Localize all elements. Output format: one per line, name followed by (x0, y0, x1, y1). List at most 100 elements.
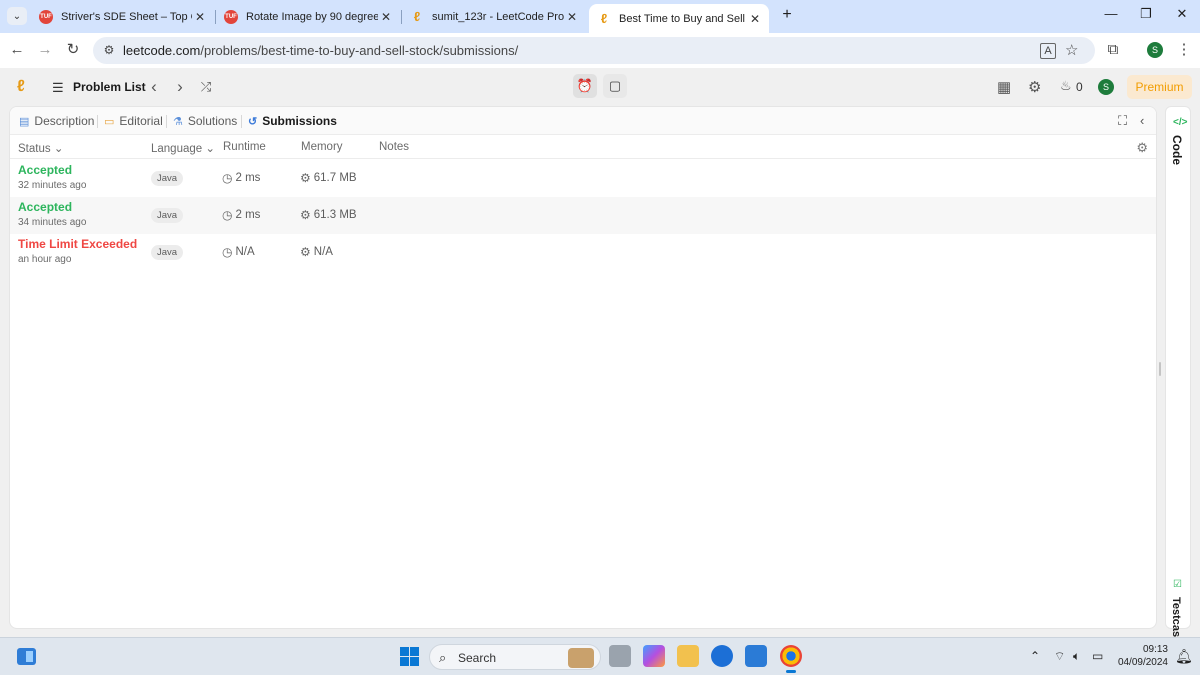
arrow-right-icon: → (37, 41, 53, 58)
new-tab-button[interactable]: + (778, 6, 796, 26)
next-problem-button[interactable]: › (172, 77, 188, 97)
bookmark-star-icon[interactable]: ☆ (1065, 41, 1078, 59)
puzzle-icon: ⧉ (1107, 41, 1119, 58)
premium-button[interactable]: Premium (1127, 75, 1192, 99)
streak-icon[interactable]: ♨ (1060, 78, 1072, 94)
panel-tab-bar: ▤ Description ▭ Editorial ⚗ Solutions ↺ … (10, 107, 1156, 135)
restore-button[interactable]: ❐ (1136, 6, 1156, 22)
language-column-filter[interactable]: Language ⌄ (151, 141, 215, 155)
streak-count: 0 (1076, 80, 1083, 94)
site-info-icon[interactable]: ⚙ (102, 43, 116, 57)
table-row[interactable]: Accepted 34 minutes ago Java ◷ 2 ms ⚙ 61.3… (10, 197, 1156, 234)
battery-icon[interactable]: ▭ (1092, 649, 1103, 663)
language-badge: Java (151, 171, 184, 186)
expand-icon: ⛶ (1118, 113, 1128, 128)
chrome-icon[interactable] (780, 645, 802, 673)
wifi-icon[interactable]: ⌔ (1054, 649, 1065, 664)
reload-button[interactable]: ↻ (64, 41, 82, 59)
alarm-clock-icon: ⏰ (576, 78, 594, 93)
close-icon[interactable]: ✕ (747, 12, 763, 26)
browser-profile-avatar[interactable]: S (1147, 42, 1163, 58)
tray-overflow-icon[interactable]: ⌃ (1030, 649, 1040, 663)
browser-tab-sde-sheet[interactable]: TUF Striver's SDE Sheet – Top Coding ✕ (31, 4, 214, 29)
leetcode-nav: ℓ ☰ Problem List ‹ › ⤮ ⏰ ▢ ▦ ⚙ ♨ 0 S Pre… (0, 68, 1200, 106)
browser-tab-best-time-stock[interactable]: ℓ Best Time to Buy and Sell Stock ✕ (589, 4, 769, 33)
tab-divider (97, 115, 98, 128)
clock-icon: ◷ (222, 245, 233, 259)
close-icon[interactable]: ✕ (192, 10, 208, 24)
testcase-panel-toggle[interactable]: Testcas (1170, 597, 1182, 637)
random-problem-button[interactable]: ⤮ (198, 79, 214, 95)
chevron-down-icon: ⌄ (12, 10, 22, 22)
close-icon: ✕ (1176, 6, 1188, 21)
memory-value: ⚙ 61.3 MB (300, 208, 357, 222)
code-panel-toggle[interactable]: Code (1170, 135, 1184, 165)
problem-list-link[interactable]: Problem List (73, 80, 146, 94)
submission-status[interactable]: Time Limit Exceeded (18, 237, 137, 251)
taskbar-clock[interactable]: 09:13 04/09/2024 (1112, 643, 1168, 669)
submission-status[interactable]: Accepted (18, 200, 72, 214)
notification-bell-icon[interactable]: 🔔︎ (1175, 648, 1193, 665)
url-text: leetcode.com/problems/best-time-to-buy-a… (123, 43, 519, 58)
collapse-panel-button[interactable]: ‹ (1140, 113, 1144, 128)
tab-submissions[interactable]: ↺ Submissions (248, 114, 337, 128)
browser-menu-button[interactable]: ⋮ (1175, 41, 1193, 59)
notes-button[interactable]: ▢ (603, 74, 627, 98)
plus-icon: + (782, 6, 792, 23)
taskbar-search[interactable]: ⌕ Search (429, 644, 601, 670)
copilot-icon[interactable] (643, 645, 665, 667)
status-column-filter[interactable]: Status ⌄ (18, 141, 63, 155)
translate-icon[interactable]: A (1040, 43, 1056, 59)
maximize-panel-button[interactable]: ⛶ (1118, 113, 1127, 129)
user-avatar[interactable]: S (1098, 79, 1114, 95)
language-badge: Java (151, 245, 184, 260)
panel-resize-handle[interactable] (1159, 362, 1161, 376)
submission-status[interactable]: Accepted (18, 163, 72, 177)
address-bar[interactable]: ⚙ leetcode.com/problems/best-time-to-buy… (93, 37, 1095, 64)
tab-title: sumit_123r - LeetCode Profile (432, 10, 564, 23)
list-icon: ☰ (52, 80, 64, 95)
tab-description[interactable]: ▤ Description (19, 114, 94, 128)
kebab-menu-icon: ⋮ (1176, 41, 1192, 58)
vscode-icon[interactable] (745, 645, 767, 667)
close-icon[interactable]: ✕ (378, 10, 394, 24)
widgets-icon[interactable] (17, 648, 36, 665)
close-icon[interactable]: ✕ (564, 10, 580, 24)
settings-button[interactable]: ⚙ (1028, 78, 1041, 96)
table-row[interactable]: Time Limit Exceeded an hour ago Java ◷ N/… (10, 234, 1156, 271)
language-badge: Java (151, 208, 184, 223)
table-row[interactable]: Accepted 32 minutes ago Java ◷ 2 ms ⚙ 61.7… (10, 160, 1156, 197)
extensions-button[interactable]: ⧉ (1104, 41, 1122, 59)
back-button[interactable]: ← (8, 41, 26, 59)
file-explorer-icon[interactable] (677, 645, 699, 667)
browser-tab-leetcode-profile[interactable]: ℓ sumit_123r - LeetCode Profile ✕ (402, 4, 586, 29)
chevron-down-icon: ⌄ (53, 143, 64, 155)
volume-icon[interactable]: 🔈︎ (1073, 649, 1080, 664)
tab-title: Striver's SDE Sheet – Top Coding (61, 10, 192, 23)
clock-date: 04/09/2024 (1117, 657, 1168, 668)
leetcode-icon: ℓ (413, 9, 421, 24)
runtime-column-header: Runtime (223, 141, 266, 153)
timer-button[interactable]: ⏰ (573, 74, 597, 98)
browser-tab-rotate-image[interactable]: TUF Rotate Image by 90 degree - Tu ✕ (216, 4, 400, 29)
close-window-button[interactable]: ✕ (1172, 6, 1192, 22)
prev-problem-button[interactable]: ‹ (146, 77, 162, 97)
leetcode-logo-icon[interactable]: ℓ (17, 78, 33, 96)
chevron-right-icon: › (177, 77, 183, 96)
windows-start-icon[interactable] (400, 647, 419, 666)
table-settings-icon[interactable]: ⚙ (1136, 140, 1148, 156)
tab-search-button[interactable]: ⌄ (7, 7, 27, 25)
leetcode-icon: ℓ (600, 11, 608, 26)
tuf-icon: TUF (39, 9, 53, 24)
search-icon: ⌕ (439, 650, 447, 665)
clock-icon: ◷ (222, 208, 233, 222)
tab-solutions[interactable]: ⚗ Solutions (173, 114, 237, 128)
layout-button[interactable]: ▦ (997, 78, 1011, 96)
app-store-icon[interactable] (711, 645, 733, 667)
tab-editorial[interactable]: ▭ Editorial (104, 114, 163, 128)
minimize-button[interactable]: — (1101, 6, 1121, 21)
flask-icon: ⚗ (173, 115, 183, 128)
forward-button[interactable]: → (36, 41, 54, 59)
tab-label: Editorial (119, 114, 163, 128)
task-view-icon[interactable] (609, 645, 631, 667)
